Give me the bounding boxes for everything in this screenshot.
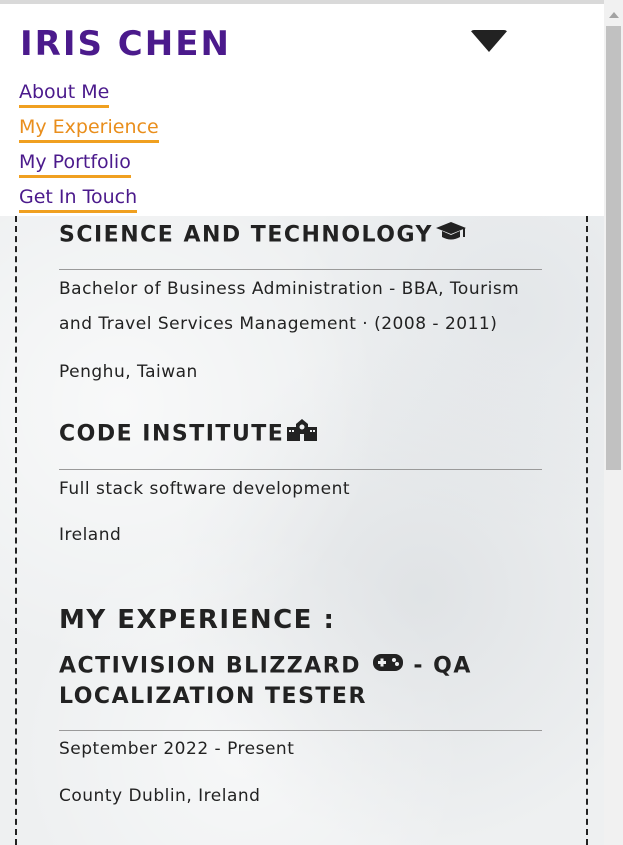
education-entry: SCIENCE AND TECHNOLOGY Bachelor of Busin… [59,218,542,390]
nav-item-about-me[interactable]: About Me [19,80,110,108]
location-text: Penghu, Taiwan [59,362,198,382]
experience-heading: MY EXPERIENCE : [59,605,336,635]
dashed-border-right [586,216,588,845]
graduation-cap-icon [435,220,467,251]
gamepad-icon [372,651,404,682]
site-header: IRIS CHEN About Me My Experience My Port… [0,4,604,216]
caret-down-icon[interactable] [470,30,508,52]
school-title: CODE INSTITUTE [59,418,542,469]
main-content: SCIENCE AND TECHNOLOGY Bachelor of Busin… [59,218,542,814]
nav-item-get-in-touch[interactable]: Get In Touch [19,185,138,213]
job-location: County Dublin, Ireland [59,786,261,806]
location-text: Ireland [59,525,122,545]
degree-text: Bachelor of Business Administration - BB… [59,279,520,334]
nav-item-my-experience[interactable]: My Experience [19,115,159,143]
nav-item-my-portfolio[interactable]: My Portfolio [19,150,131,178]
job-dates: September 2022 - Present [59,739,295,759]
vertical-scrollbar[interactable] [604,0,623,845]
school-icon [286,418,318,451]
page: IRIS CHEN About Me My Experience My Port… [0,0,623,845]
experience-section: MY EXPERIENCE : ACTIVISION BLIZZARD - QA… [59,603,542,814]
job-title: ACTIVISION BLIZZARD - QA LOCALIZATION TE… [59,651,542,730]
education-entry: CODE INSTITUTE Full stack software devel… [59,418,542,553]
program-text: Full stack software development [59,479,351,499]
scroll-up-icon[interactable] [609,12,619,18]
dashed-border-left [15,216,17,845]
brand-logo[interactable]: IRIS CHEN [20,24,231,64]
school-title: SCIENCE AND TECHNOLOGY [59,218,542,269]
main-nav: About Me My Experience My Portfolio Get … [19,80,159,220]
scrollbar-thumb[interactable] [606,26,621,470]
